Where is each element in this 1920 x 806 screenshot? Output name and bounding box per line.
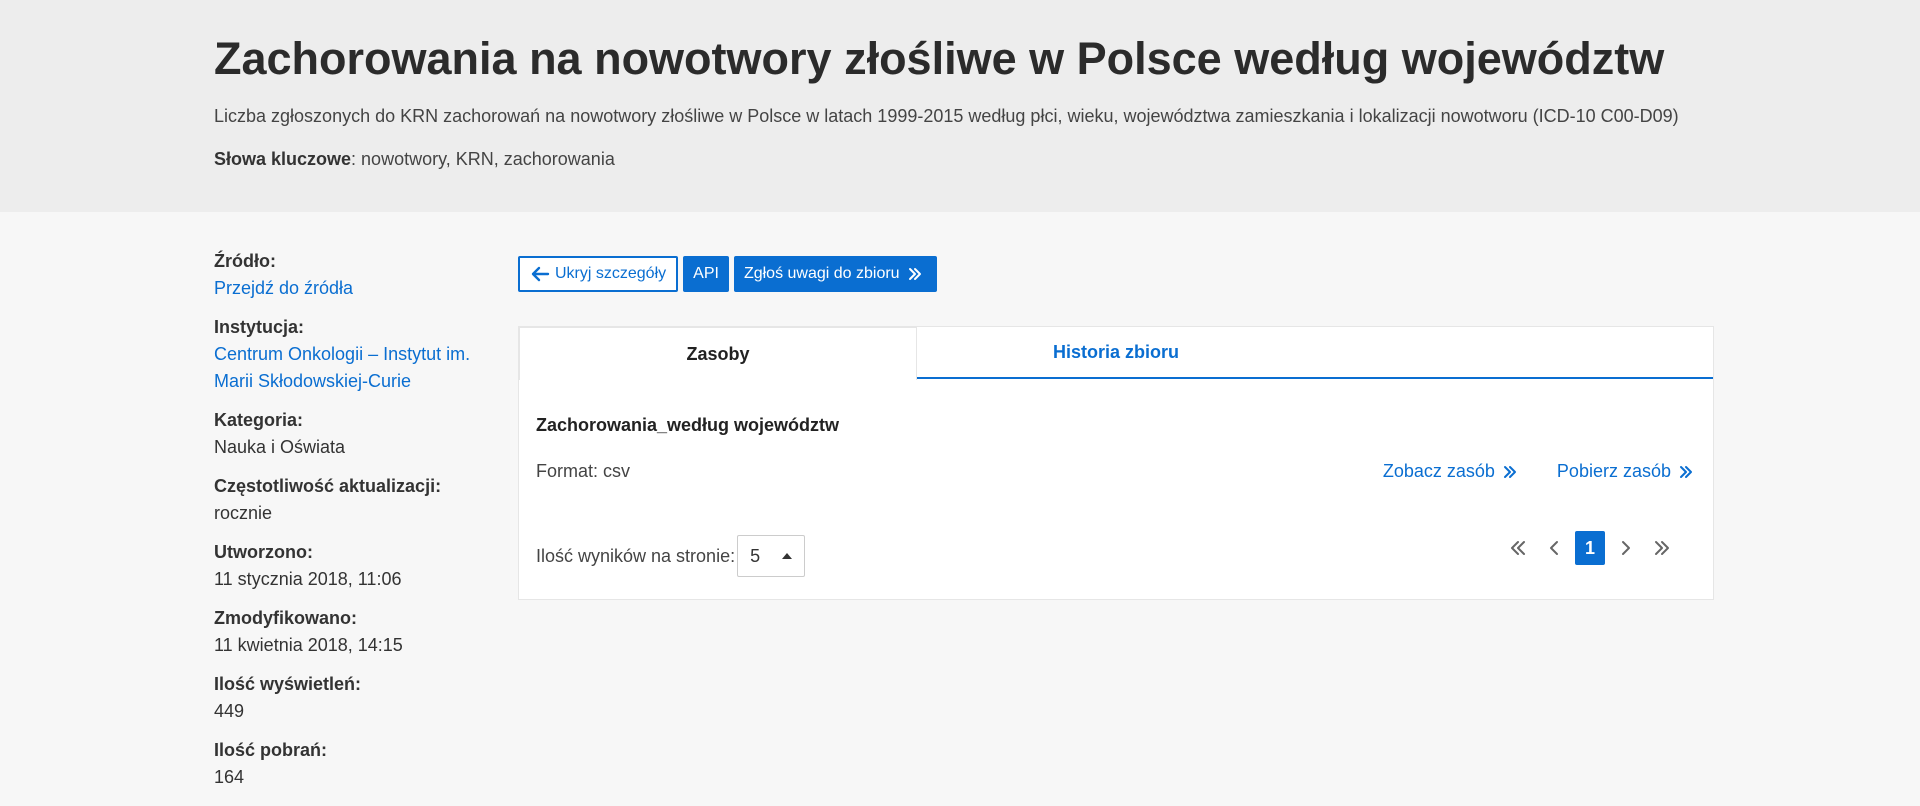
meta-institution: Instytucja: Centrum Onkologii – Instytut… [214, 314, 504, 395]
api-button[interactable]: API [683, 256, 729, 292]
double-chevron-right-icon [908, 268, 921, 280]
per-page-select[interactable]: 5 [737, 535, 806, 577]
toolbar: Ukryj szczegóły API Zgłoś uwagi do zbior… [518, 256, 1714, 292]
institution-line-1: Centrum Onkologii – Instytut im. [214, 344, 471, 364]
view-resource-label: Zobacz zasób [1382, 461, 1495, 481]
meta-modified-label: Zmodyfikowano: [214, 608, 357, 628]
page-header: Zachorowania na nowotwory złośliwe w Pol… [0, 0, 1920, 212]
meta-frequency-label: Częstotliwość aktualizacji: [214, 476, 442, 496]
meta-source-label: Źródło: [214, 251, 276, 271]
api-label: API [693, 265, 719, 282]
meta-downloads: Ilość pobrań: 164 [214, 737, 504, 791]
report-button[interactable]: Zgłoś uwagi do zbioru [733, 256, 937, 292]
arrow-left-icon [531, 266, 550, 282]
keywords-label: Słowa kluczowe [214, 149, 352, 169]
tab-resources[interactable]: Zasoby [519, 327, 917, 380]
double-chevron-right-icon [1680, 465, 1692, 478]
institution-link[interactable]: Centrum Onkologii – Instytut im. Marii Sk… [214, 341, 504, 395]
meta-views: Ilość wyświetleń: 449 [214, 671, 504, 725]
meta-downloads-label: Ilość pobrań: [214, 740, 328, 760]
resource-title: Zachorowania_według województw [536, 415, 840, 435]
last-page-button[interactable] [1647, 531, 1677, 565]
meta-modified-value: 11 kwietnia 2018, 14:15 [214, 635, 403, 655]
tab-bar: Zasoby Historia zbioru [519, 327, 1713, 380]
institution-line-2: Marii Skłodowskiej-Curie [214, 371, 412, 391]
meta-institution-label: Instytucja: [214, 317, 305, 337]
double-chevron-right-icon [1655, 541, 1669, 555]
download-resource-label: Pobierz zasób [1556, 461, 1671, 481]
caret-up-icon [782, 553, 793, 559]
per-page-control: Ilość wyników na stronie: 5 [536, 535, 806, 577]
meta-source: Źródło: Przejdź do źródła [214, 248, 504, 302]
hide-details-label: Ukryj szczegóły [555, 265, 667, 282]
report-label: Zgłoś uwagi do zbioru [743, 265, 900, 282]
meta-category-label: Kategoria: [214, 410, 304, 430]
meta-category-value: Nauka i Oświata [214, 437, 346, 457]
keywords-value: : nowotwory, KRN, zachorowania [351, 149, 615, 169]
meta-category: Kategoria: Nauka i Oświata [214, 407, 504, 461]
content-area: Źródło: Przejdź do źródła Instytucja: Ce… [0, 212, 1920, 806]
meta-views-label: Ilość wyświetleń: [214, 674, 362, 694]
meta-created: Utworzono: 11 stycznia 2018, 11:06 [214, 539, 504, 593]
tab-history[interactable]: Historia zbioru [917, 327, 1315, 377]
double-chevron-left-icon [1511, 541, 1525, 555]
resource-actions: Zobacz zasób Pobierz zasób [1383, 461, 1693, 482]
keywords: Słowa kluczowe: nowotwory, KRN, zachorow… [214, 149, 1920, 170]
per-page-value: 5 [750, 545, 761, 566]
prev-page-button[interactable] [1539, 531, 1569, 565]
dataset-metadata: Źródło: Przejdź do źródła Instytucja: Ce… [214, 248, 504, 803]
meta-created-value: 11 stycznia 2018, 11:06 [214, 569, 402, 589]
download-resource-link[interactable]: Pobierz zasób [1557, 461, 1693, 482]
resource-format: Format: csv [536, 461, 631, 481]
hide-details-button[interactable]: Ukryj szczegóły [518, 256, 679, 292]
resources-panel: Zasoby Historia zbioru Zachorowania_wedł… [518, 326, 1714, 600]
double-chevron-right-icon [1503, 465, 1516, 478]
chevron-right-icon [1622, 541, 1630, 555]
meta-modified: Zmodyfikowano: 11 kwietnia 2018, 14:15 [214, 605, 504, 659]
per-page-label: Ilość wyników na stronie: [536, 545, 736, 566]
page-button-current[interactable]: 1 [1575, 531, 1605, 565]
pagination: 1 [1497, 531, 1677, 565]
source-link[interactable]: Przejdź do źródła [214, 275, 504, 302]
next-page-button[interactable] [1611, 531, 1641, 565]
meta-views-value: 449 [214, 701, 245, 721]
page-description: Liczba zgłoszonych do KRN zachorowań na … [214, 106, 1679, 126]
meta-frequency: Częstotliwość aktualizacji: rocznie [214, 473, 504, 527]
meta-frequency-value: rocznie [214, 503, 273, 523]
chevron-left-icon [1550, 541, 1558, 555]
first-page-button[interactable] [1503, 531, 1533, 565]
page-title: Zachorowania na nowotwory złośliwe w Pol… [214, 33, 1665, 84]
main-panel: Ukryj szczegóły API Zgłoś uwagi do zbior… [518, 256, 1714, 600]
meta-created-label: Utworzono: [214, 542, 313, 562]
tab-bar-spacer [1315, 327, 1713, 377]
meta-downloads-value: 164 [214, 767, 245, 787]
view-resource-link[interactable]: Zobacz zasób [1383, 461, 1517, 482]
